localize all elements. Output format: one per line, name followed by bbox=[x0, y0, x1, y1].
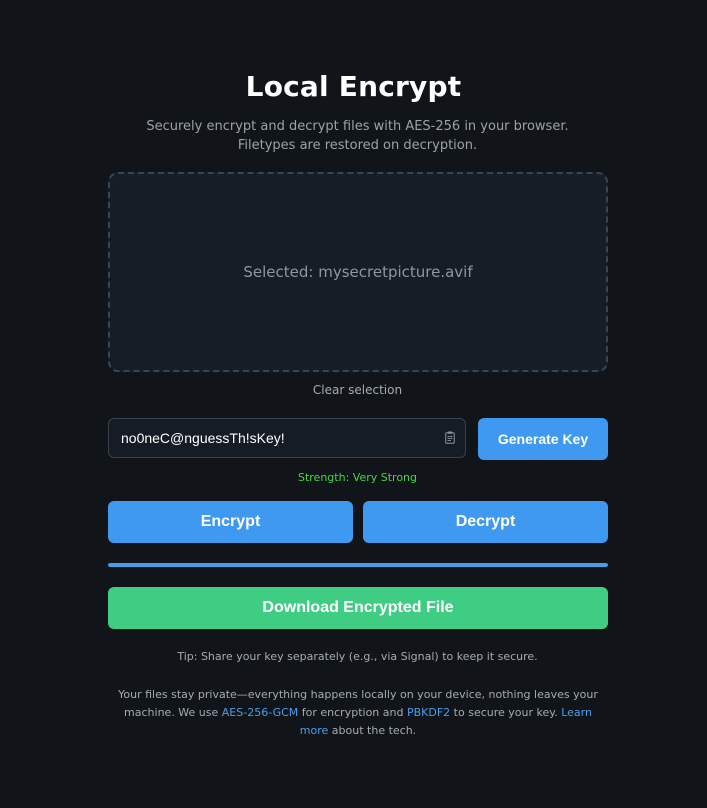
selected-file-label: Selected: mysecretpicture.avif bbox=[243, 263, 473, 281]
footer-text: Your files stay private—everything happe… bbox=[110, 686, 606, 740]
key-input[interactable] bbox=[121, 419, 431, 457]
subtitle-line-2: Filetypes are restored on decryption. bbox=[237, 138, 478, 153]
page: Local Encrypt Securely encrypt and decry… bbox=[0, 0, 707, 808]
download-encrypted-file-button[interactable]: Download Encrypted File bbox=[108, 587, 608, 629]
subtitle-line-1: Securely encrypt and decrypt files with … bbox=[146, 119, 569, 134]
encrypt-button[interactable]: Encrypt bbox=[108, 501, 353, 543]
aes-256-gcm-link[interactable]: AES-256-GCM bbox=[222, 706, 299, 719]
page-subtitle: Securely encrypt and decrypt files with … bbox=[0, 117, 707, 155]
progress-bar-fill bbox=[108, 563, 608, 567]
tip-text: Tip: Share your key separately (e.g., vi… bbox=[177, 650, 538, 663]
footer-text-part-4: about the tech. bbox=[328, 724, 417, 737]
generate-key-button[interactable]: Generate Key bbox=[478, 418, 608, 460]
file-dropzone[interactable]: Selected: mysecretpicture.avif bbox=[108, 172, 608, 372]
footer-text-part-2: for encryption and bbox=[298, 706, 407, 719]
decrypt-button[interactable]: Decrypt bbox=[363, 501, 608, 543]
key-field bbox=[108, 418, 466, 458]
page-title: Local Encrypt bbox=[245, 70, 462, 103]
clear-selection-link[interactable]: Clear selection bbox=[0, 383, 707, 397]
footer-text-part-3: to secure your key. bbox=[450, 706, 562, 719]
key-strength-label: Strength: Very Strong bbox=[297, 471, 417, 484]
progress-bar bbox=[108, 563, 608, 567]
clipboard-icon[interactable] bbox=[445, 431, 455, 444]
pbkdf2-link[interactable]: PBKDF2 bbox=[407, 706, 450, 719]
